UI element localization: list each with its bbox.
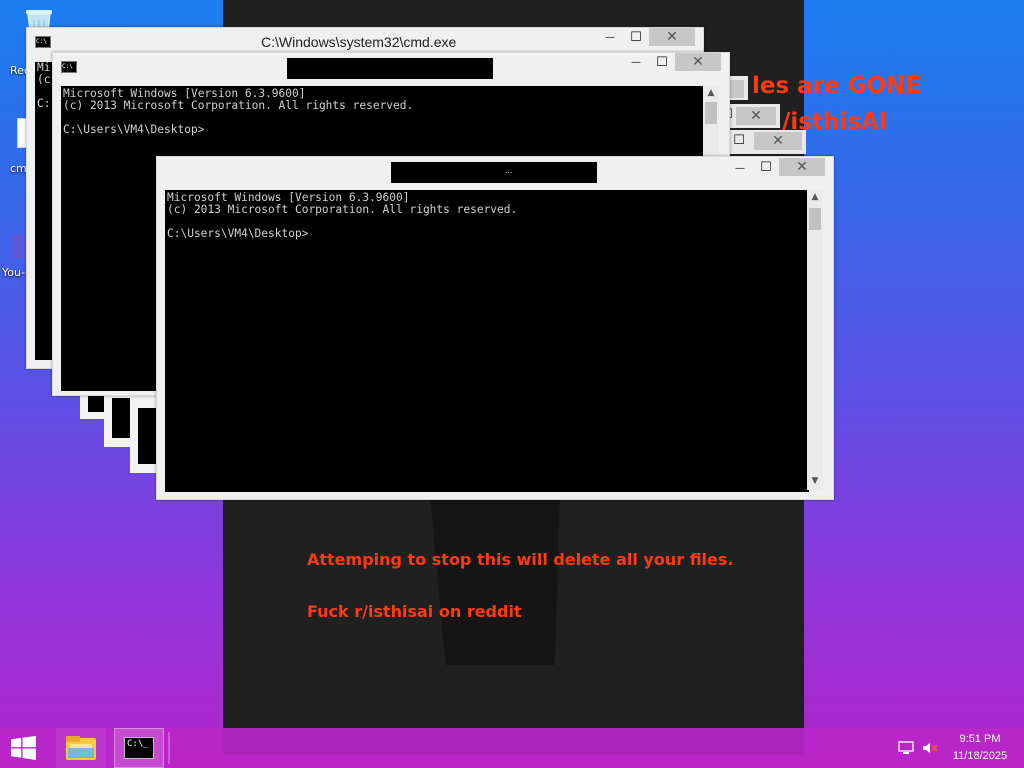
desktop-icon-label: cm [10,162,27,175]
volume-muted-icon[interactable] [922,741,938,755]
window-titlebar[interactable]: C:\ — ☐ ✕ [53,53,729,81]
minimize-button[interactable]: — [729,161,751,177]
redacted-title-bar [391,162,597,183]
command-prompt-icon: C:\_ [124,737,154,759]
console-output[interactable]: Microsoft Windows [Version 6.3.9600] (c)… [165,190,809,492]
stacked-window-console [138,408,158,464]
dark-silhouette-shape [430,495,560,665]
close-button[interactable]: ✕ [736,107,776,125]
clock-date[interactable]: 11/18/2025 [946,750,1014,762]
cmd-window-icon: C:\ [35,36,51,48]
scroll-up-arrow[interactable]: ▲ [703,86,719,100]
maximize-button[interactable]: ☐ [625,30,647,46]
taskbar-cmd-button[interactable]: C:\_ [114,728,164,768]
ransom-signature-text: Fuck r/isthisai on reddit [307,602,522,621]
window-title: C:\Windows\system32\cmd.exe [261,34,457,50]
scroll-down-arrow[interactable]: ▼ [807,474,823,488]
taskbar-file-explorer-button[interactable] [56,728,106,768]
taskbar-divider [168,732,170,764]
minimize-button[interactable]: — [625,55,647,71]
cmd-window-front[interactable]: ... — ☐ ✕ Microsoft Windows [Version 6.3… [156,156,834,500]
scroll-up-arrow[interactable]: ▲ [807,190,823,204]
maximize-button[interactable]: ☐ [728,133,750,149]
cmd-icon-glyph: C:\_ [127,739,149,749]
desktop-icon-label: You- [2,266,25,279]
cmd-window-stacked-right-3[interactable]: ☐ ✕ [720,130,806,154]
network-icon[interactable] [898,741,914,755]
start-button[interactable] [0,728,48,768]
window-title-fragment: ... [505,165,513,175]
vertical-scrollbar[interactable]: ▲ ▼ [807,190,823,490]
ransom-warning-text: Attemping to stop this will delete all y… [307,550,734,569]
scroll-thumb[interactable] [809,208,821,230]
close-button[interactable]: ✕ [779,158,825,176]
taskbar: C:\_ 9:51 PM 11/18/2025 [0,728,1024,768]
scroll-thumb[interactable] [705,102,717,124]
vertical-scrollbar[interactable]: ▲ [703,86,719,156]
minimize-button[interactable]: — [599,30,621,46]
close-button[interactable]: ✕ [675,53,721,71]
windows-logo-icon [11,736,36,760]
maximize-button[interactable]: ☐ [651,55,673,71]
file-explorer-icon [66,736,96,760]
close-button[interactable]: ✕ [649,28,695,46]
maximize-button[interactable]: ☐ [755,160,777,176]
ransom-headline-text: les are GONE [752,73,922,99]
cmd-window-icon: C:\ [61,61,77,73]
close-button[interactable]: ✕ [754,132,802,150]
stacked-window-console [112,398,130,438]
clock-time[interactable]: 9:51 PM [950,733,1010,745]
redacted-title-bar [287,58,493,79]
window-titlebar[interactable]: ... — ☐ ✕ [157,157,833,185]
